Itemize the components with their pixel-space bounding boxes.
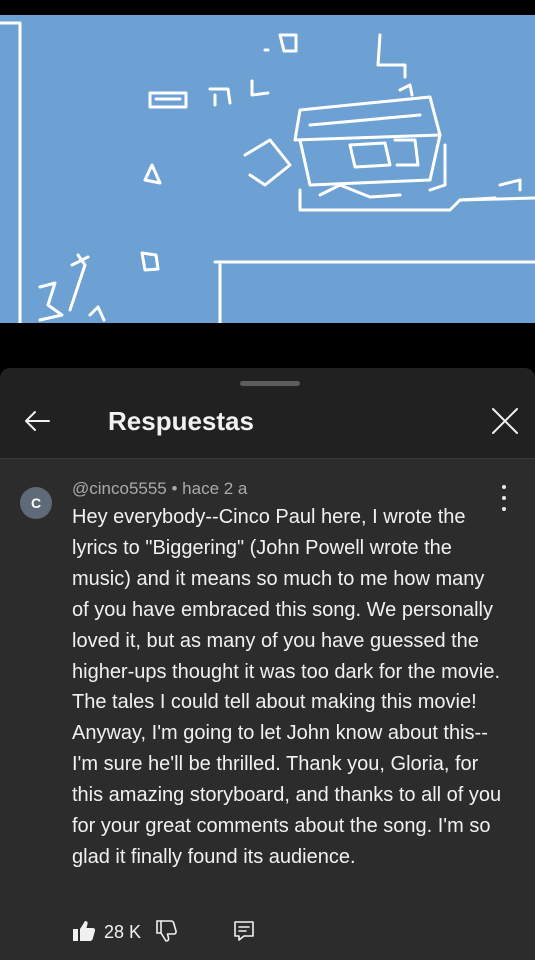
thumb-down-icon[interactable] [155, 919, 179, 943]
video-player[interactable] [0, 15, 535, 323]
comment-item: C @cinco5555 • hace 2 a Hey everybody--C… [0, 459, 535, 960]
drag-handle[interactable] [240, 381, 300, 386]
comment-text: Hey everybody--Cinco Paul here, I wrote … [72, 506, 502, 868]
panel-header: Respuestas [0, 388, 535, 458]
replies-panel: Respuestas C @cinco5555 • hace 2 a Hey e… [0, 368, 535, 960]
thumb-up-filled-icon[interactable] [72, 919, 96, 943]
avatar[interactable]: C [20, 487, 52, 519]
like-count: 28 K [104, 922, 142, 942]
comment-meta: @cinco5555 • hace 2 a [72, 479, 248, 498]
back-arrow-icon[interactable] [22, 406, 52, 436]
close-icon[interactable] [490, 406, 520, 436]
comment-actions: 28 K [72, 917, 472, 947]
storyboard-sketch [0, 21, 535, 323]
reply-icon[interactable] [232, 919, 256, 943]
panel-title: Respuestas [108, 406, 254, 436]
